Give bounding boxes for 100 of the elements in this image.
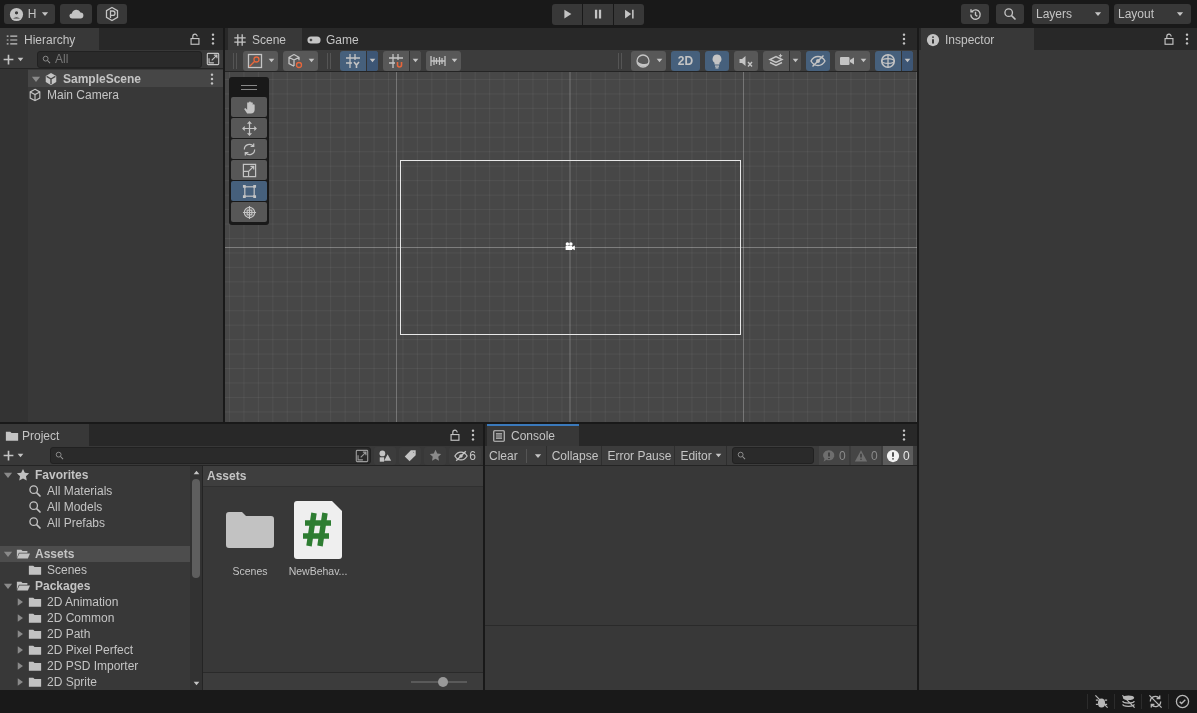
2d-mode-button[interactable]: 2D — [671, 50, 700, 71]
asset-item[interactable]: NewBehav... — [287, 501, 349, 577]
tree-item[interactable]: Packages — [0, 578, 190, 594]
cube-icon — [287, 52, 303, 69]
tree-item[interactable]: All Materials — [0, 483, 190, 499]
source-dropdown[interactable]: Editor — [677, 446, 727, 465]
add-button[interactable] — [2, 52, 25, 66]
tree-item[interactable]: Main Camera — [0, 87, 223, 103]
folder-icon — [5, 429, 19, 443]
label-filter-button[interactable] — [399, 446, 421, 465]
grid-snap-button[interactable] — [340, 50, 378, 71]
search-field[interactable] — [731, 447, 814, 464]
shading-button[interactable] — [631, 50, 666, 71]
tree-item[interactable]: 2D Animation — [0, 594, 190, 610]
caret-icon — [655, 56, 664, 65]
circular-arrows-slash-icon[interactable] — [1147, 694, 1163, 709]
panel-tab[interactable]: Console — [487, 424, 580, 446]
tree-item[interactable]: 2D Common — [0, 610, 190, 626]
add-button[interactable] — [2, 449, 25, 462]
lock-icon[interactable] — [188, 32, 202, 46]
search-field[interactable]: All — [37, 50, 202, 68]
tree-item[interactable]: 2D Pixel Perfect — [0, 642, 190, 658]
scale-tool-button[interactable] — [231, 160, 267, 180]
account-button[interactable]: H — [4, 4, 55, 24]
caret-icon — [267, 56, 276, 65]
grid-button[interactable] — [426, 50, 461, 71]
tree-item[interactable]: All Models — [0, 499, 190, 515]
lock-icon[interactable] — [448, 428, 462, 442]
visibility-button[interactable] — [806, 50, 830, 71]
asset-item[interactable]: Scenes — [219, 501, 281, 577]
bug-slash-icon[interactable] — [1093, 694, 1109, 709]
view-tab[interactable]: Scene — [228, 28, 303, 50]
error-count-toggle[interactable]: 0 — [882, 446, 913, 465]
toggle-button[interactable]: Error Pause — [604, 446, 676, 465]
caret-icon — [859, 56, 868, 65]
toggle-button[interactable]: Collapse — [548, 446, 603, 465]
search-button[interactable] — [996, 4, 1024, 24]
camera-button[interactable] — [835, 50, 870, 71]
open-folder-icon — [16, 579, 30, 593]
pause-button[interactable] — [582, 3, 613, 25]
history-button[interactable] — [961, 4, 989, 24]
tree-item[interactable]: 2D Sprite — [0, 674, 190, 690]
info-icon — [926, 33, 940, 47]
hand-tool-button[interactable] — [231, 97, 267, 117]
check-circle-icon[interactable] — [1174, 694, 1190, 709]
rotate-tool-button[interactable] — [231, 139, 267, 159]
eye-slash-icon — [810, 52, 826, 69]
tree-item[interactable]: 2D PSD Importer — [0, 658, 190, 674]
tree-item[interactable]: SampleScene — [28, 70, 223, 87]
step-button[interactable] — [613, 3, 644, 25]
star-icon — [16, 468, 30, 482]
panel-tab[interactable]: Inspector — [921, 28, 1035, 50]
gizmos-button[interactable] — [875, 50, 913, 71]
tree-item[interactable]: Scenes — [0, 562, 190, 578]
account-icon — [8, 6, 24, 22]
globe-icon — [880, 52, 896, 69]
effects-button[interactable] — [763, 50, 801, 71]
layers-dropdown[interactable]: Layers — [1032, 4, 1109, 24]
popout-button[interactable] — [206, 52, 220, 66]
caret-icon — [368, 56, 377, 65]
scroll-thumb[interactable] — [192, 479, 200, 578]
favorite-button[interactable] — [424, 446, 446, 465]
caret-icon — [307, 56, 316, 65]
collaborate-button[interactable] — [97, 4, 127, 24]
search-field[interactable] — [50, 447, 371, 464]
rect-tool-button[interactable] — [231, 181, 267, 201]
lock-icon[interactable] — [1162, 32, 1176, 46]
audio-button[interactable] — [734, 50, 758, 71]
layout-dropdown[interactable]: Layout — [1114, 4, 1191, 24]
database-slash-icon[interactable] — [1120, 694, 1136, 709]
hidden-packages-button[interactable]: 6 — [449, 446, 481, 465]
orientation-button[interactable] — [243, 50, 278, 71]
increment-snap-button[interactable] — [383, 50, 421, 71]
transform-tool-button[interactable] — [231, 202, 267, 222]
tree-item[interactable]: Favorites — [0, 467, 190, 483]
caret-icon — [791, 56, 800, 65]
view-tab[interactable]: Game — [302, 28, 367, 50]
cloud-button[interactable] — [60, 4, 92, 24]
play-button[interactable] — [551, 3, 582, 25]
caret-icon — [16, 451, 25, 460]
open-folder-icon — [16, 547, 30, 561]
scroll-down-icon — [191, 679, 201, 688]
plus-icon — [2, 52, 15, 66]
folder-icon — [28, 627, 42, 641]
draw-mode-button[interactable] — [283, 50, 318, 71]
lighting-button[interactable] — [705, 50, 729, 71]
popout-icon[interactable] — [355, 449, 369, 463]
tree-item[interactable]: 2D Path — [0, 626, 190, 642]
clear-button[interactable]: Clear — [486, 446, 547, 465]
panel-tab[interactable]: Project — [0, 424, 90, 446]
type-filter-button[interactable] — [374, 446, 396, 465]
tree-item[interactable]: All Prefabs — [0, 515, 190, 531]
breadcrumb[interactable]: Assets — [203, 466, 483, 487]
caret-icon — [903, 56, 912, 65]
slider-thumb[interactable] — [438, 676, 449, 687]
tree-item[interactable]: Assets — [0, 546, 190, 562]
move-tool-button[interactable] — [231, 118, 267, 138]
scrollbar[interactable] — [190, 466, 203, 690]
panel-tab[interactable]: Hierarchy — [0, 28, 100, 50]
zoom-slider[interactable] — [411, 675, 467, 688]
